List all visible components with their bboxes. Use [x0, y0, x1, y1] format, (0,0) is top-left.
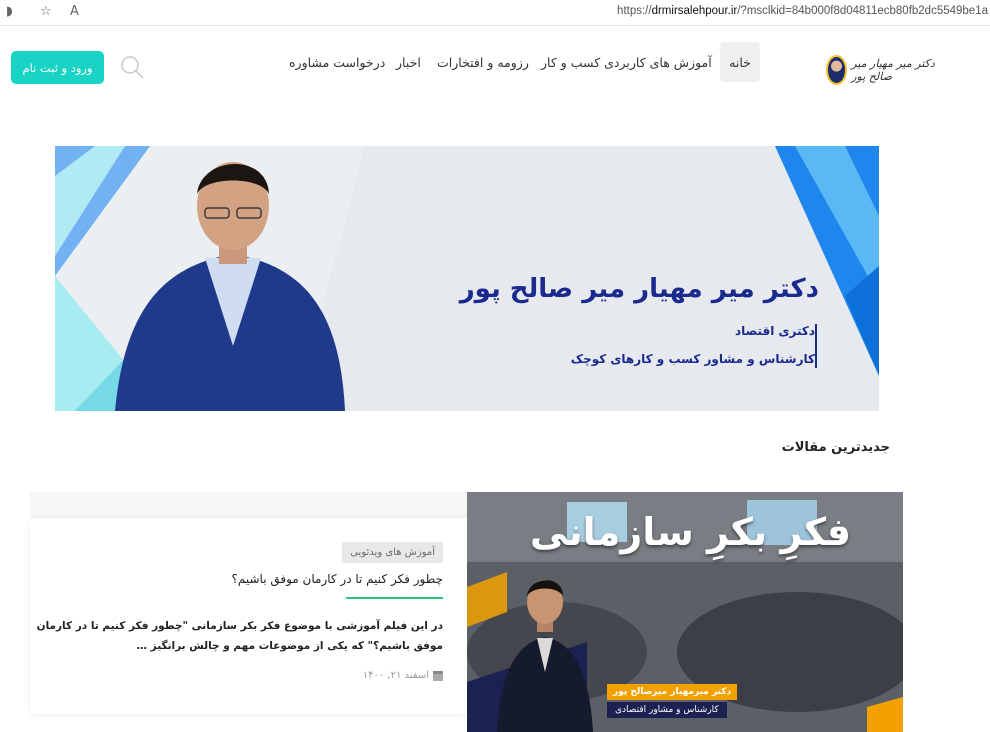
- nav-item-consult-wrap: درخواست مشاوره: [281, 42, 393, 82]
- nav-item-home[interactable]: خانه: [720, 42, 760, 82]
- hero-title: دکتر میر مهیار میر صالح پور: [459, 274, 819, 304]
- hero-line-2: کارشناس و مشاور کسب و کارهای کوچک: [570, 352, 815, 366]
- thumbnail-name-tag: دکتر میرمهیار میرصالح پور: [607, 684, 738, 700]
- url-text[interactable]: https://drmirsalehpour.ir/?msclkid=84b00…: [617, 5, 988, 17]
- category-badge[interactable]: آموزش های ویدئویی: [342, 542, 443, 563]
- nav-item-news[interactable]: اخبار: [388, 55, 429, 70]
- logo-avatar: [826, 55, 848, 85]
- nav-item-consult[interactable]: درخواست مشاوره: [281, 55, 393, 70]
- article-date: اسفند ۲۱, ۱۴۰۰: [363, 670, 443, 681]
- title-underline: [346, 597, 443, 599]
- hero-line-1: دکتری اقتصاد: [734, 324, 815, 338]
- hero-divider: [815, 324, 817, 368]
- article-card[interactable]: آموزش های ویدئویی چطور فکر کنیم تا در کا…: [30, 518, 468, 714]
- article-date-text: اسفند ۲۱, ۱۴۰۰: [362, 670, 429, 681]
- url-prefix: https://: [617, 5, 652, 17]
- search-icon[interactable]: [119, 54, 145, 80]
- article-thumbnail[interactable]: فکرِ بکرِ سازمانی دکتر میرمهیار میرصالح …: [467, 492, 903, 732]
- logo-text: دکتر میر مهیار میر صالح پور: [851, 57, 935, 83]
- browser-address-bar: ◗ ☆ A https://drmirsalehpour.ir/?msclkid…: [0, 0, 990, 26]
- nav-item-resume-wrap: رزومه و افتخارات: [429, 42, 537, 82]
- url-domain: drmirsalehpour.ir: [651, 5, 738, 17]
- nav-item-business-training[interactable]: آموزش های کاربردی کسب و کار: [533, 55, 720, 70]
- thumbnail-role-tag: کارشناس و مشاور اقتصادی: [607, 702, 727, 718]
- thumbnail-title: فکرِ بکرِ سازمانی: [529, 510, 851, 554]
- login-register-button[interactable]: ورود و ثبت نام: [11, 51, 104, 84]
- url-rest: /?msclkid=84b000f8d04811ecb80fb2dc5549be…: [737, 5, 988, 17]
- hero-banner: دکتر میر مهیار میر صالح پور دکتری اقتصاد…: [55, 146, 879, 411]
- article-title[interactable]: چطور فکر کنیم تا در کارمان موفق باشیم؟: [232, 572, 443, 586]
- calendar-icon: [433, 670, 443, 681]
- back-icon[interactable]: ◗: [6, 4, 13, 19]
- nav-item-resume[interactable]: رزومه و افتخارات: [429, 55, 537, 70]
- favorites-star-icon[interactable]: ☆: [40, 4, 52, 19]
- nav-item-news-wrap: اخبار: [388, 42, 429, 82]
- read-aloud-icon[interactable]: A: [70, 4, 79, 19]
- article-excerpt: در این فیلم آموزشی با موضوع فکر بکر سازم…: [36, 620, 443, 652]
- site-logo[interactable]: دکتر میر مهیار میر صالح پور: [826, 52, 936, 88]
- nav-item-business-training-wrap: آموزش های کاربردی کسب و کار: [533, 42, 720, 82]
- site-header: دکتر میر مهیار میر صالح پور خانه آموزش ه…: [0, 26, 990, 116]
- latest-articles-heading: جدیدترین مقالات: [781, 440, 890, 455]
